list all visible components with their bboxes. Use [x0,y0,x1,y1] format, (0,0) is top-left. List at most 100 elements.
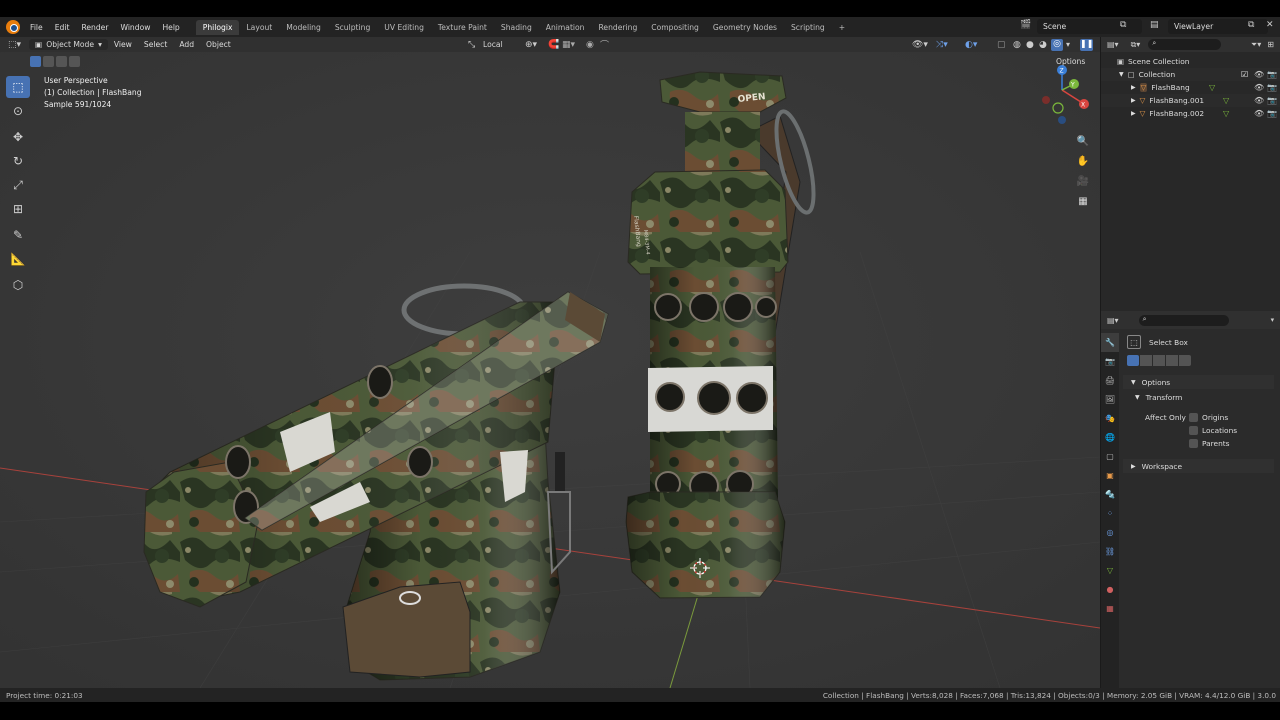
properties-editor-type-icon[interactable]: ▤▾ [1107,316,1119,325]
expand-arrow-icon[interactable]: ▶ [1131,110,1136,117]
solid-shading-icon[interactable]: ● [1026,40,1034,50]
menu-file[interactable]: File [24,23,49,32]
menu-edit[interactable]: Edit [49,23,76,32]
mesh-data-icon[interactable]: ▽ [1223,96,1229,105]
visibility-eye-icon[interactable]: 👁 [1254,83,1264,92]
tool-tab-icon[interactable]: 🔧 [1101,333,1119,352]
transform-subpanel-header[interactable]: ▼ Transform [1135,393,1274,402]
texture-tab-icon[interactable]: ▦ [1101,599,1119,618]
cursor-tool-icon[interactable]: ⊙ [6,100,30,122]
tab-uv-editing[interactable]: UV Editing [377,20,431,35]
expand-arrow-icon[interactable]: ▶ [1131,97,1136,104]
orthographic-grid-icon[interactable]: ▦ [1074,192,1092,210]
snap-target-icon[interactable]: ▦▾ [562,40,575,50]
view-layer-tab-icon[interactable]: 🖼 [1101,390,1119,409]
render-camera-icon[interactable]: 📷 [1267,70,1277,79]
output-tab-icon[interactable]: 🖨 [1101,371,1119,390]
material-tab-icon[interactable]: ● [1101,580,1119,599]
object-types-visibility-icon[interactable]: 👁▾ [912,40,928,50]
outliner-row-flashbang[interactable]: ▶ ▽ FlashBang ▽ 👁 📷 [1101,81,1280,94]
mesh-data-icon[interactable]: ▽ [1223,109,1229,118]
menu-render[interactable]: Render [75,23,114,32]
display-mode-icon[interactable]: ⧉▾ [1131,40,1141,50]
tab-geometry-nodes[interactable]: Geometry Nodes [706,20,784,35]
mesh-data-icon[interactable]: ▽ [1209,83,1215,92]
visibility-eye-icon[interactable]: 👁 [1254,109,1264,118]
add-workspace-button[interactable]: + [832,20,852,35]
tab-rendering[interactable]: Rendering [592,20,645,35]
collection-tab-icon[interactable]: ▢ [1101,447,1119,466]
mode-subtract-icon[interactable] [1153,355,1165,366]
particles-tab-icon[interactable]: ⁘ [1101,504,1119,523]
rotate-tool-icon[interactable]: ↻ [6,150,30,172]
constraints-tab-icon[interactable]: ⛓ [1101,542,1119,561]
remove-view-layer-icon[interactable]: ✕ [1266,20,1274,30]
tab-philogix[interactable]: Philogix [195,19,240,35]
render-camera-icon[interactable]: 📷 [1267,83,1277,92]
pan-hand-icon[interactable]: ✋ [1074,152,1092,170]
annotate-tool-icon[interactable]: ✎ [6,224,30,246]
editor-type-icon[interactable]: ⬚▾ [8,40,21,50]
outliner-search-input[interactable]: ⌕ [1148,39,1221,50]
menu-help[interactable]: Help [156,23,185,32]
rendered-shading-icon[interactable]: ◎ [1051,38,1063,51]
mode-selector[interactable]: ▣ Object Mode ▾ [29,39,108,50]
expand-arrow-icon[interactable]: ▼ [1119,71,1124,78]
mesh-data-tab-icon[interactable]: ▽ [1101,561,1119,580]
overlay-toggle-icon[interactable]: ◐▾ [965,40,977,50]
outliner-editor-type-icon[interactable]: ▤▾ [1107,40,1119,49]
tab-texture-paint[interactable]: Texture Paint [431,20,494,35]
snap-icon[interactable]: 🧲 [548,40,559,50]
new-view-layer-icon[interactable]: ⧉ [1248,20,1254,30]
tab-animation[interactable]: Animation [539,20,592,35]
pivot-icon[interactable]: ⊕▾ [525,40,537,50]
modifier-tab-icon[interactable]: 🔩 [1101,485,1119,504]
workspace-panel-header[interactable]: ▶ Workspace [1123,459,1274,473]
expand-arrow-icon[interactable]: ▶ [1131,84,1136,91]
add-cube-tool-icon[interactable]: ⬡ [6,274,30,296]
tab-modeling[interactable]: Modeling [279,20,328,35]
select-box-tool-icon[interactable]: ⬚ [6,76,30,98]
menu-view[interactable]: View [108,40,138,49]
outliner-row-collection[interactable]: ▼ ▢ Collection ☑ 👁 📷 [1101,68,1280,81]
properties-options-icon[interactable]: ▾ [1271,316,1275,324]
checkbox-box[interactable] [1189,439,1198,448]
outliner-row-flashbang-001[interactable]: ▶ ▽ FlashBang.001 ▽ 👁 📷 [1101,94,1280,107]
options-dropdown[interactable]: Options [1056,57,1085,66]
scale-tool-icon[interactable]: ⤢ [6,174,30,196]
3d-viewport[interactable]: OPEN FlashBang M84-3M-4 X Y Z Options Us… [0,52,1100,688]
options-panel-header[interactable]: ▼ Options [1123,375,1274,389]
blender-logo-icon[interactable] [6,20,20,34]
filter-icon[interactable]: ⏷▾ [1251,40,1261,50]
gizmo-toggle-icon[interactable]: ⤨▾ [936,40,948,50]
mode-intersect-icon[interactable] [1179,355,1191,366]
new-collection-icon[interactable]: ⊞ [1267,40,1274,49]
falloff-icon[interactable]: ⌒ [600,38,609,51]
pause-render-icon[interactable]: ❚❚ [1080,38,1093,51]
object-tab-icon[interactable]: ▣ [1101,466,1119,485]
menu-add[interactable]: Add [173,40,200,49]
parents-checkbox[interactable]: Parents [1189,439,1274,448]
measure-tool-icon[interactable]: 📐 [6,248,30,270]
wireframe-shading-icon[interactable]: ◍ [1013,40,1021,50]
outliner-row-flashbang-002[interactable]: ▶ ▽ FlashBang.002 ▽ 👁 📷 [1101,107,1280,120]
select-new-icon[interactable] [30,56,41,67]
checkbox-box[interactable] [1189,426,1198,435]
transform-orientation-label[interactable]: Local [483,40,503,49]
material-shading-icon[interactable]: ◕ [1039,40,1047,50]
transform-tool-icon[interactable]: ⊞ [6,198,30,220]
move-tool-icon[interactable]: ✥ [6,126,30,148]
visibility-eye-icon[interactable]: 👁 [1254,96,1264,105]
tab-shading[interactable]: Shading [494,20,539,35]
select-subtract-icon[interactable] [56,56,67,67]
xray-icon[interactable]: ▢ [997,40,1006,50]
mode-extend-icon[interactable] [1140,355,1152,366]
zoom-icon[interactable]: 🔍 [1074,132,1092,150]
mode-difference-icon[interactable] [1166,355,1178,366]
visibility-eye-icon[interactable]: 👁 [1254,70,1264,79]
render-camera-icon[interactable]: 📷 [1267,109,1277,118]
locations-checkbox[interactable]: Locations [1189,426,1274,435]
tab-layout[interactable]: Layout [239,20,279,35]
tab-sculpting[interactable]: Sculpting [328,20,377,35]
select-invert-icon[interactable] [69,56,80,67]
